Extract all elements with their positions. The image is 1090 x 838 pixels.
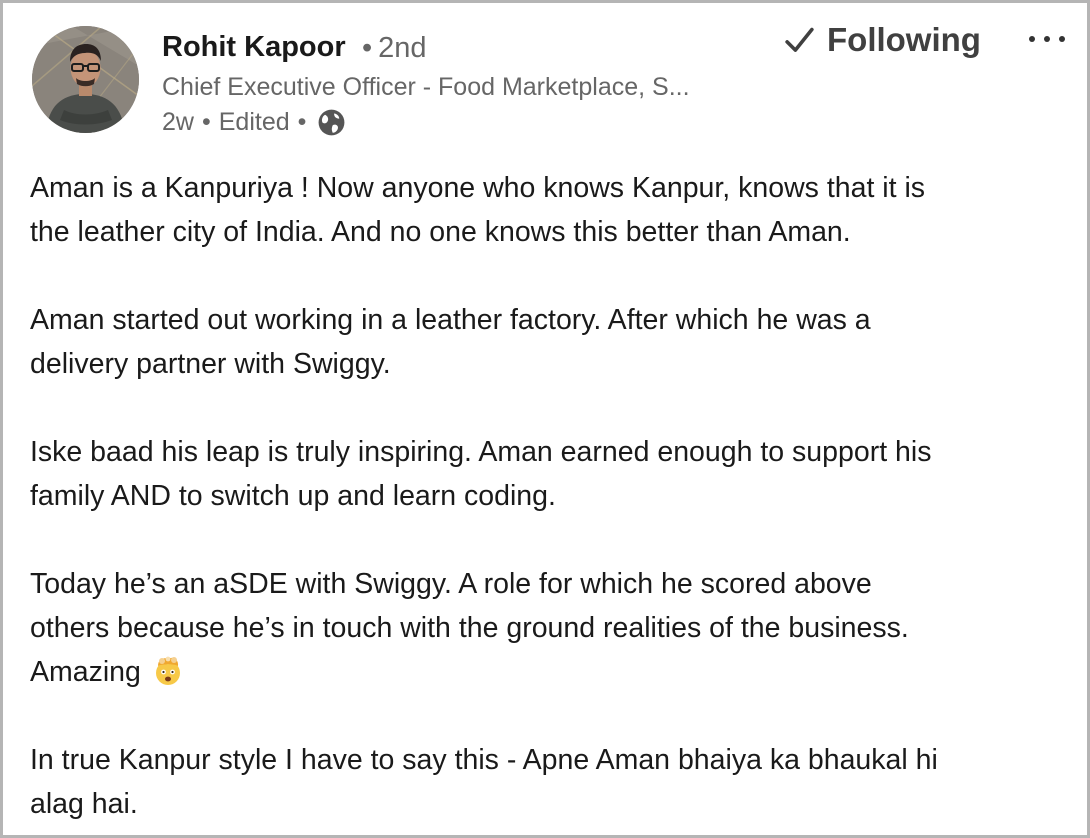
degree-separator: • [362, 32, 373, 64]
post-line: In true Kanpur style I have to say this … [30, 744, 938, 776]
post-time: 2w [162, 108, 194, 136]
post-line: Amazing [30, 656, 141, 688]
meta-separator: • [297, 108, 307, 136]
post-line: alag hai. [30, 788, 138, 820]
dot [1044, 36, 1050, 42]
post-paragraph: Aman started out working in a leather fa… [30, 298, 1070, 386]
meta-separator: • [201, 108, 211, 136]
post-line: Iske baad his leap is truly inspiring. A… [30, 436, 932, 468]
edited-label: Edited [218, 108, 290, 136]
globe-icon [316, 107, 347, 138]
post-body: Aman is a Kanpuriya ! Now anyone who kno… [30, 166, 1070, 826]
author-name[interactable]: Rohit Kapoor [162, 31, 346, 64]
avatar[interactable] [32, 26, 139, 133]
post-meta: 2w • Edited • [162, 107, 347, 138]
exploding-head-emoji [153, 655, 183, 685]
post-paragraph: Today he’s an aSDE with Swiggy. A role f… [30, 562, 1070, 694]
post-paragraph: Aman is a Kanpuriya ! Now anyone who kno… [30, 166, 1070, 254]
following-label: Following [827, 21, 981, 58]
post-line: family AND to switch up and learn coding… [30, 480, 556, 512]
dot [1059, 36, 1065, 42]
more-options-icon[interactable] [1029, 27, 1065, 51]
post-line: delivery partner with Swiggy. [30, 348, 391, 380]
author-headline: Chief Executive Officer - Food Marketpla… [162, 73, 690, 101]
post-paragraph: In true Kanpur style I have to say this … [30, 738, 1070, 826]
degree-label: 2nd [378, 32, 427, 64]
following-button[interactable]: Following [783, 21, 981, 59]
dot [1029, 36, 1035, 42]
post-line: Aman is a Kanpuriya ! Now anyone who kno… [30, 172, 926, 204]
post-paragraph: Iske baad his leap is truly inspiring. A… [30, 430, 1070, 518]
post-line: Today he’s an aSDE with Swiggy. A role f… [30, 568, 872, 600]
post-line: Aman started out working in a leather fa… [30, 304, 871, 336]
post-line: others because he’s in touch with the gr… [30, 612, 909, 644]
connection-degree: • 2nd [362, 32, 427, 65]
post-card: Rohit Kapoor • 2nd Chief Executive Office… [0, 0, 1090, 838]
check-icon [783, 24, 816, 57]
post-line: the leather city of India. And no one kn… [30, 216, 851, 248]
